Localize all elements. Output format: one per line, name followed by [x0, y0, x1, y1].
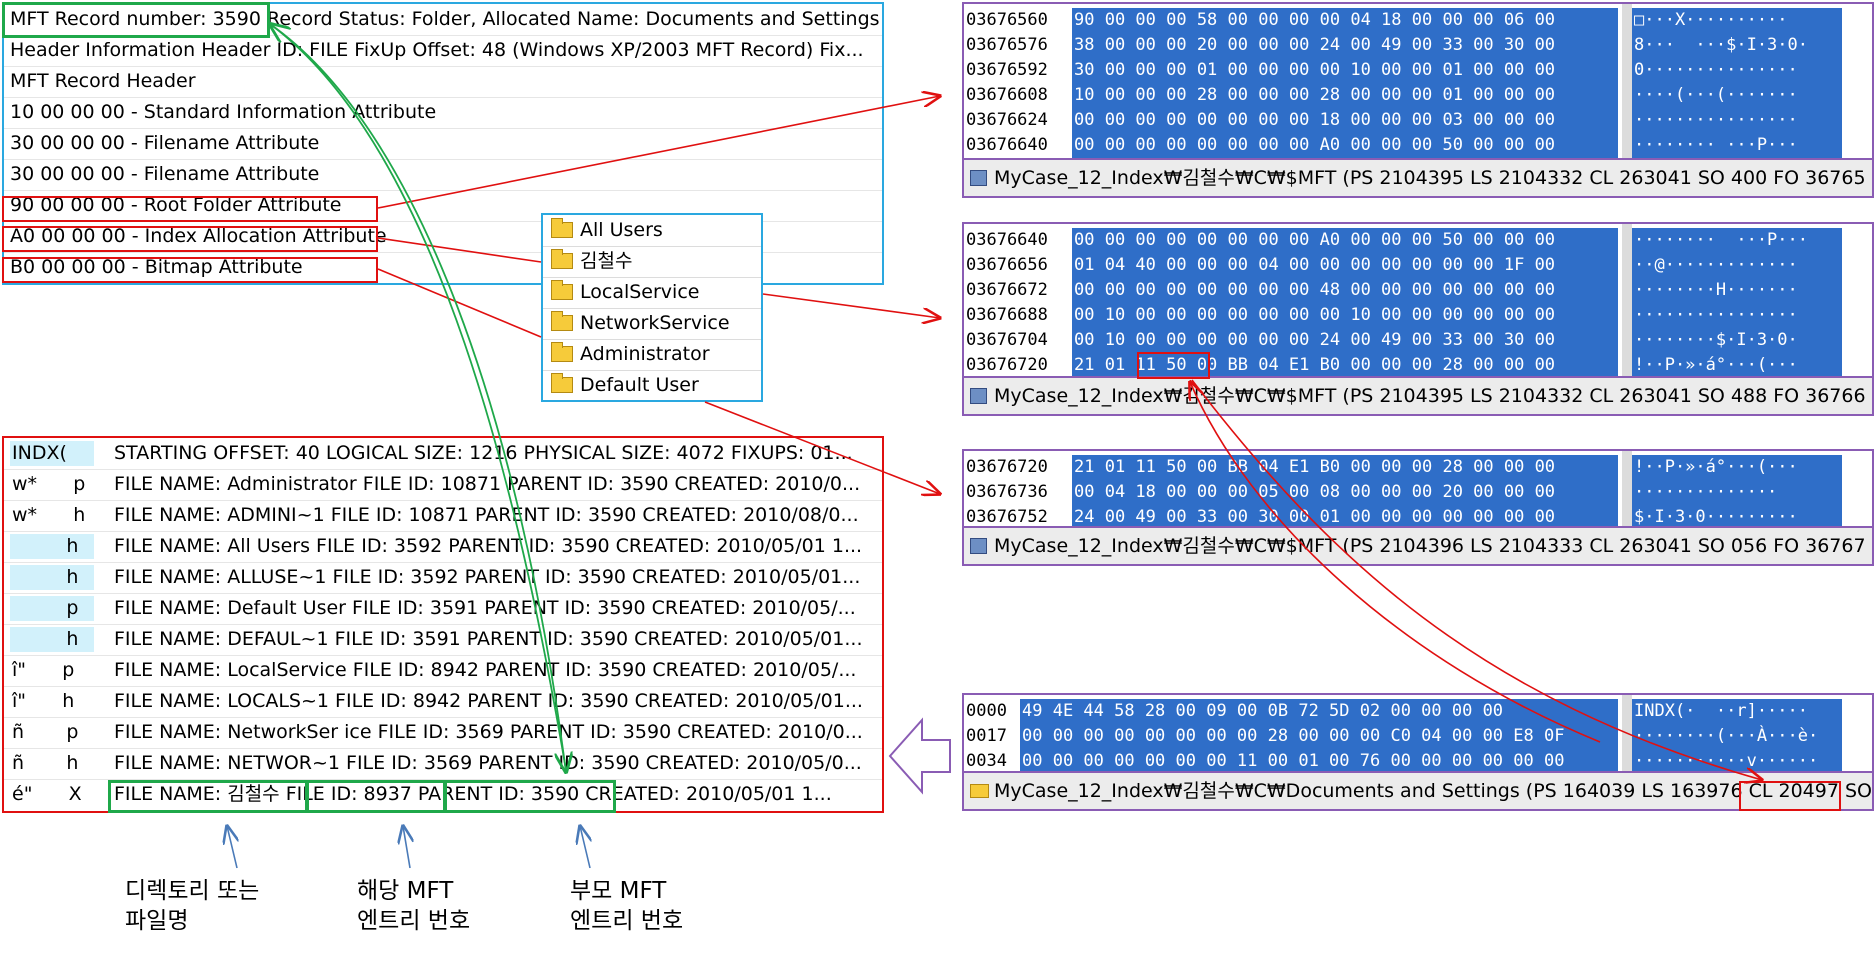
arrow-cluster-to-datarun [1190, 382, 1601, 743]
arrows-layer [0, 0, 1874, 869]
arrow-root-to-hex1 [377, 96, 940, 209]
arrow-annotation-parent [580, 826, 590, 869]
arrow-record-to-parent [269, 23, 566, 772]
arrow-index-to-folders [377, 237, 542, 263]
left-arrow-shape [888, 717, 951, 795]
arrow-annotation-name [227, 826, 237, 869]
arrow-datarun-to-cluster [1191, 379, 1762, 780]
arrow-parent-to-record [270, 24, 567, 771]
arrow-folders-to-hex3 [704, 401, 940, 494]
arrow-annotation-id [403, 826, 410, 869]
arrow-folders-to-hex2 [762, 293, 940, 318]
